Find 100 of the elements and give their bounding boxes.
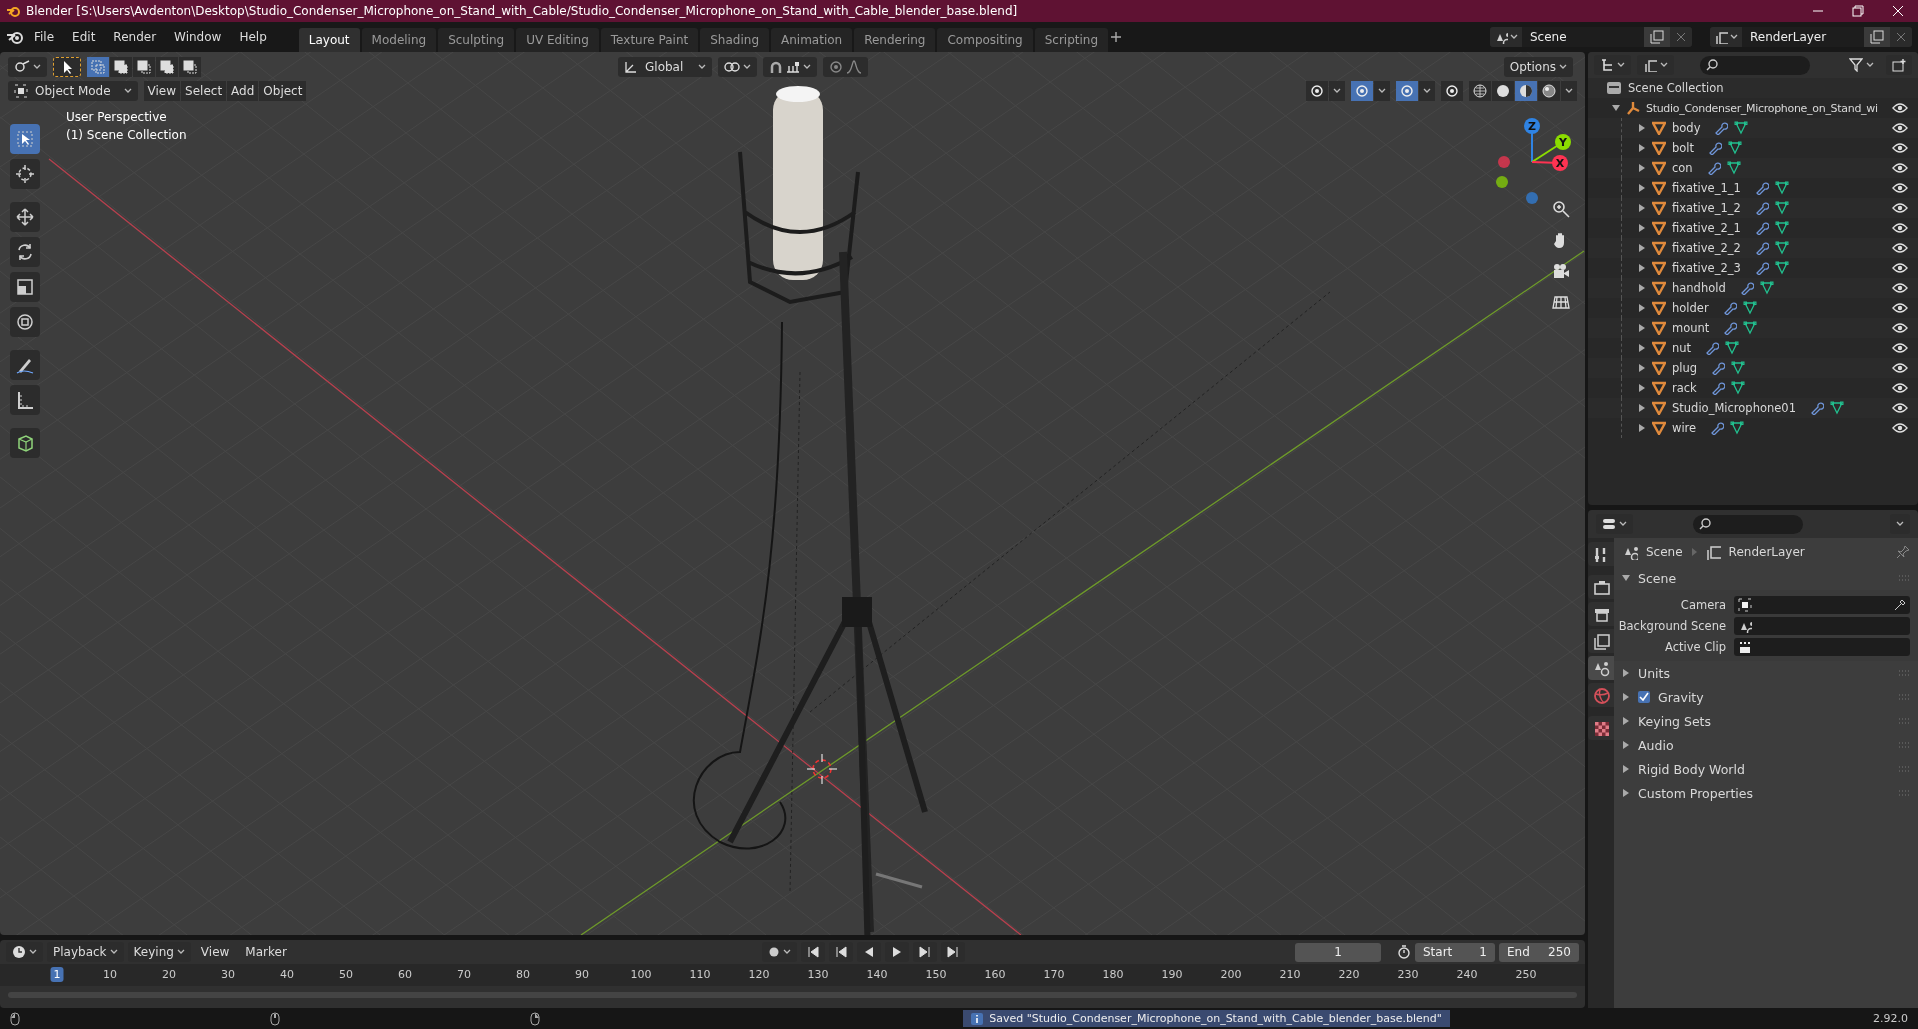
tree-item-label[interactable]: Studio_Microphone01 bbox=[1672, 401, 1796, 415]
tree-item-label[interactable]: con bbox=[1672, 161, 1693, 175]
panel-arrow-icon[interactable] bbox=[1622, 693, 1630, 701]
menu-item[interactable]: Render bbox=[105, 27, 165, 47]
play-reverse-button[interactable] bbox=[857, 942, 882, 962]
rendered-shading-button[interactable] bbox=[1538, 81, 1560, 101]
drag-handle-icon[interactable] bbox=[1898, 694, 1910, 700]
editor-type-button[interactable] bbox=[8, 57, 47, 77]
checkbox[interactable] bbox=[1638, 691, 1650, 703]
annotate-tool-button[interactable] bbox=[10, 350, 40, 380]
scene-properties-tab[interactable] bbox=[1588, 656, 1614, 680]
expand-arrow-icon[interactable] bbox=[1638, 364, 1646, 372]
new-collection-button[interactable] bbox=[1886, 55, 1912, 75]
mesh-data-icon[interactable] bbox=[1774, 201, 1789, 215]
mesh-data-icon[interactable] bbox=[1743, 321, 1758, 335]
expand-arrow-icon[interactable] bbox=[1638, 404, 1646, 412]
wrench-icon[interactable] bbox=[1754, 221, 1769, 235]
scene-field[interactable] bbox=[1734, 616, 1910, 635]
panel-header[interactable]: Gravity bbox=[1614, 685, 1918, 709]
tree-item-label[interactable]: fixative_1_1 bbox=[1672, 181, 1741, 195]
tree-item-label[interactable]: bolt bbox=[1672, 141, 1695, 155]
timeline-menu[interactable]: Keying bbox=[127, 942, 191, 962]
menu-item[interactable]: File bbox=[26, 27, 63, 47]
mesh-data-icon[interactable] bbox=[1774, 261, 1789, 275]
drag-handle-icon[interactable] bbox=[1898, 790, 1910, 796]
menu-item[interactable]: Edit bbox=[64, 27, 104, 47]
auto-keying-toggle[interactable] bbox=[762, 942, 798, 962]
eye-icon[interactable] bbox=[1892, 202, 1908, 214]
panel-header[interactable]: Scene bbox=[1614, 566, 1918, 590]
viewport-menu[interactable]: Add bbox=[227, 81, 259, 101]
panel-header[interactable]: Units bbox=[1614, 661, 1918, 685]
toggle-dropdown[interactable] bbox=[1329, 81, 1345, 101]
mesh-data-icon[interactable] bbox=[1725, 341, 1740, 355]
expand-arrow-icon[interactable] bbox=[1638, 284, 1646, 292]
expand-arrow-icon[interactable] bbox=[1638, 224, 1646, 232]
blender-logo-icon[interactable] bbox=[6, 29, 24, 45]
eye-icon[interactable] bbox=[1892, 322, 1908, 334]
eye-icon[interactable] bbox=[1892, 282, 1908, 294]
panel-header[interactable]: Audio bbox=[1614, 733, 1918, 757]
duplicate-icon[interactable] bbox=[1650, 30, 1664, 44]
eye-icon[interactable] bbox=[1892, 242, 1908, 254]
workspace-tab[interactable]: Shading bbox=[700, 27, 769, 52]
panel-arrow-icon[interactable] bbox=[1622, 717, 1630, 725]
drag-handle-icon[interactable] bbox=[1898, 670, 1910, 676]
tree-item-label[interactable]: fixative_2_3 bbox=[1672, 261, 1741, 275]
wrench-icon[interactable] bbox=[1705, 341, 1720, 355]
expand-arrow-icon[interactable] bbox=[1638, 124, 1646, 132]
pivot-point-dropdown[interactable] bbox=[718, 57, 758, 77]
selection-mode-button[interactable] bbox=[156, 57, 178, 77]
editor-type-button[interactable] bbox=[1594, 55, 1631, 75]
wrench-icon[interactable] bbox=[1723, 321, 1738, 335]
transform-tool-button[interactable] bbox=[10, 307, 40, 337]
expand-arrow-icon[interactable] bbox=[1638, 264, 1646, 272]
tree-item-label[interactable]: rack bbox=[1672, 381, 1697, 395]
expand-arrow-icon[interactable] bbox=[1638, 144, 1646, 152]
panel-arrow-icon[interactable] bbox=[1622, 789, 1630, 797]
visibility-toggle[interactable] bbox=[1306, 81, 1328, 101]
menu-item[interactable]: Help bbox=[231, 27, 275, 47]
pin-icon[interactable] bbox=[1896, 545, 1910, 559]
eyedropper-icon[interactable] bbox=[1894, 598, 1906, 611]
scene-selector[interactable]: Scene bbox=[1490, 27, 1692, 47]
panel-arrow-icon[interactable] bbox=[1622, 765, 1630, 773]
tree-item-label[interactable]: fixative_1_2 bbox=[1672, 201, 1741, 215]
wrench-icon[interactable] bbox=[1754, 201, 1769, 215]
move-tool-button[interactable] bbox=[10, 202, 40, 232]
panel-arrow-icon[interactable] bbox=[1622, 574, 1630, 582]
gizmo-toggle[interactable] bbox=[1351, 81, 1373, 101]
eye-icon[interactable] bbox=[1892, 342, 1908, 354]
active-tool-button[interactable] bbox=[53, 57, 81, 77]
jump-start-button[interactable] bbox=[801, 942, 826, 962]
add-workspace-icon[interactable] bbox=[1110, 31, 1123, 43]
wrench-icon[interactable] bbox=[1706, 161, 1721, 175]
timeline-menu[interactable]: Marker bbox=[239, 942, 293, 962]
wrench-icon[interactable] bbox=[1708, 141, 1723, 155]
measure-tool-button[interactable] bbox=[10, 385, 40, 415]
toggle-dropdown[interactable] bbox=[1374, 81, 1390, 101]
previous-keyframe-button[interactable] bbox=[829, 942, 854, 962]
display-mode-dropdown[interactable] bbox=[1637, 55, 1674, 75]
tree-item-label[interactable]: holder bbox=[1672, 301, 1709, 315]
output-properties-tab[interactable] bbox=[1588, 602, 1614, 626]
viewport-menu[interactable]: View bbox=[143, 81, 181, 101]
wrench-icon[interactable] bbox=[1710, 381, 1725, 395]
options-dropdown[interactable] bbox=[1890, 514, 1910, 534]
expand-arrow-icon[interactable] bbox=[1638, 384, 1646, 392]
expand-arrow-icon[interactable] bbox=[1638, 324, 1646, 332]
selection-mode-button[interactable] bbox=[110, 57, 132, 77]
tree-item-label[interactable]: handhold bbox=[1672, 281, 1726, 295]
viewport-menu[interactable]: Select bbox=[181, 81, 227, 101]
expand-arrow-icon[interactable] bbox=[1638, 204, 1646, 212]
tree-item-label[interactable]: body bbox=[1672, 121, 1701, 135]
eye-icon[interactable] bbox=[1892, 302, 1908, 314]
mode-dropdown[interactable]: Object Mode bbox=[8, 81, 138, 101]
eye-icon[interactable] bbox=[1892, 162, 1908, 174]
workspace-tab[interactable]: Animation bbox=[771, 27, 853, 52]
navigation-gizmo[interactable]: Z Y X bbox=[1490, 112, 1580, 212]
mesh-data-icon[interactable] bbox=[1774, 181, 1789, 195]
solid-shading-button[interactable] bbox=[1492, 81, 1514, 101]
workspace-tab[interactable]: Rendering bbox=[854, 27, 936, 52]
drag-handle-icon[interactable] bbox=[1898, 575, 1910, 581]
wrench-icon[interactable] bbox=[1754, 261, 1769, 275]
